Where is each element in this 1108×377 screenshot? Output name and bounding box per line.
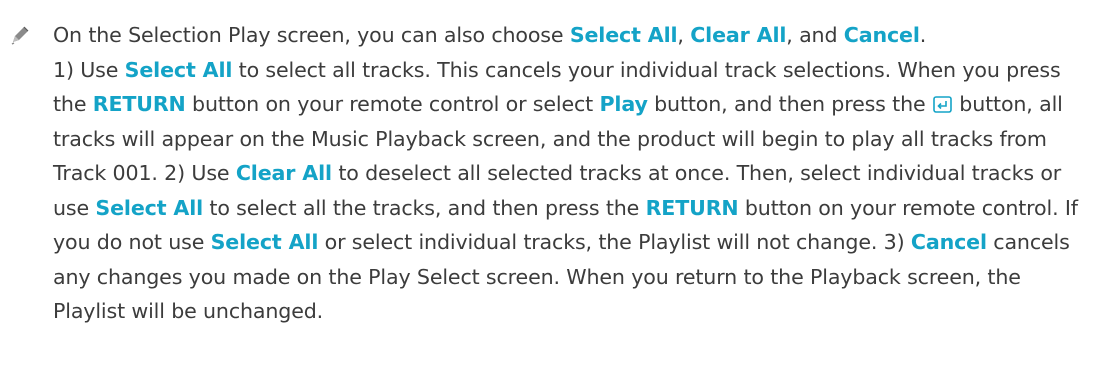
note-text-segment: ,: [677, 23, 691, 47]
keyword-clear-all: Clear All: [235, 161, 332, 185]
note-text-segment: , and: [786, 23, 844, 47]
keyword-play: Play: [599, 92, 648, 116]
note-text-segment: or select individual tracks, the Playlis…: [318, 230, 911, 254]
keyword-clear-all: Clear All: [690, 23, 787, 47]
keyword-select-all: Select All: [569, 23, 678, 47]
keyword-select-all: Select All: [210, 230, 319, 254]
keyword-return: RETURN: [92, 92, 186, 116]
note-text-segment: button on your remote control or select: [185, 92, 600, 116]
keyword-select-all: Select All: [95, 195, 204, 220]
note-block: On the Selection Play screen, you can al…: [0, 0, 1108, 377]
keyword-select-all: Select All: [124, 57, 233, 82]
pencil-icon: [11, 26, 29, 45]
note-text-segment: button, and then press the: [647, 92, 932, 116]
note-text-segment: On the Selection Play screen, you can al…: [53, 23, 570, 47]
note-text-segment: .: [919, 23, 927, 47]
enter-button-icon: [933, 96, 952, 113]
keyword-return: RETURN: [645, 195, 739, 220]
keyword-cancel: Cancel: [843, 23, 920, 47]
note-text-segment: 1) Use: [53, 57, 125, 82]
keyword-cancel: Cancel: [910, 230, 987, 254]
note-text-segment: to select all the tracks, and then press…: [203, 195, 646, 220]
note-text: On the Selection Play screen, you can al…: [53, 18, 1099, 329]
